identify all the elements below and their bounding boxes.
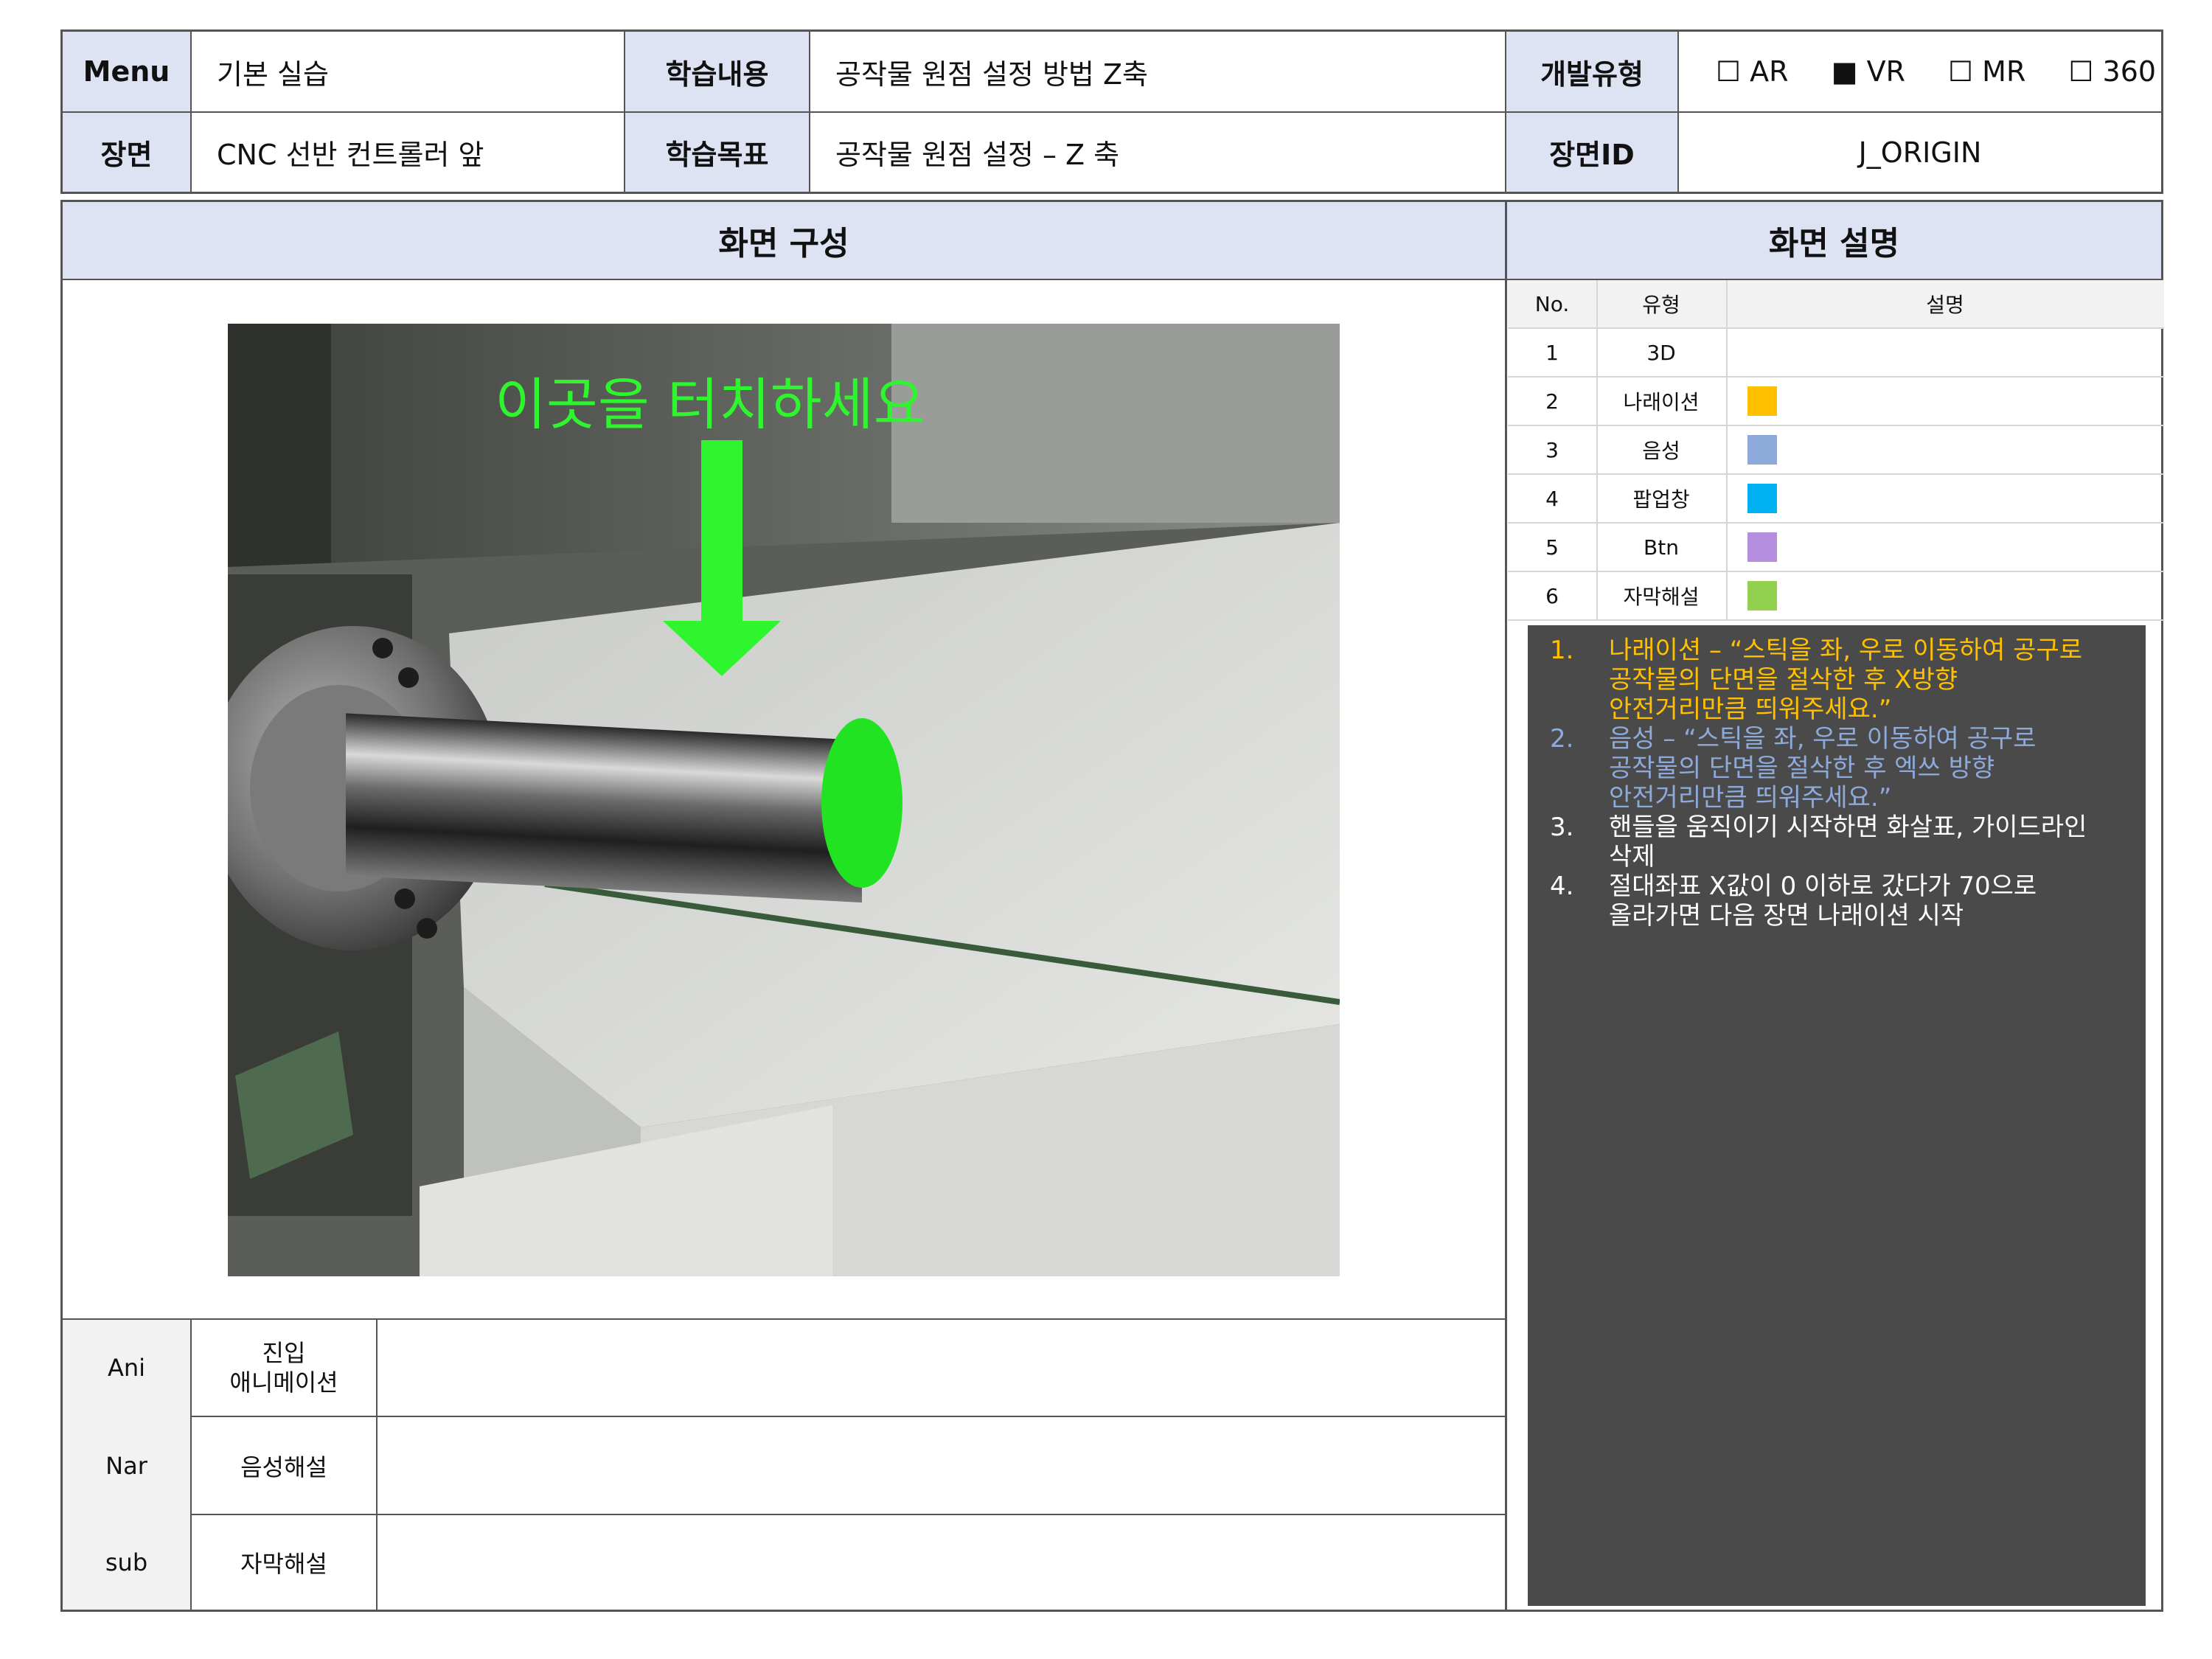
menu-label: Menu: [63, 32, 190, 111]
legend-type: 나래이션: [1623, 390, 1700, 414]
sub-code: sub: [105, 1548, 148, 1576]
nar-code: Nar: [105, 1451, 147, 1480]
ani-value: [378, 1320, 1505, 1416]
note-item: 1. 나래이션 – “스틱을 좌, 우로 이동하여 공구로 공작물의 단면을 절삭…: [1550, 636, 2083, 724]
cnc-lathe-illustration: [228, 324, 1340, 1276]
legend-no: 1: [1545, 340, 1559, 365]
legend-row: 3 음성: [1508, 426, 2164, 475]
legend-col-no: No.: [1534, 291, 1570, 316]
legend-no: 2: [1545, 389, 1559, 414]
menu-value: 기본 실습: [217, 58, 329, 91]
content-value: 공작물 원점 설정 방법 Z축: [835, 58, 1148, 91]
nar-value: [378, 1417, 1505, 1514]
nar-label: 음성해설: [240, 1453, 327, 1481]
ani-label: 진입 애니메이션: [229, 1339, 338, 1397]
legend-type: 자막해설: [1623, 585, 1700, 609]
sceneid-value: J_ORIGIN: [1858, 136, 1982, 169]
legend-row: 2 나래이션: [1508, 378, 2164, 426]
description-title: 화면 설명: [1507, 202, 2161, 279]
legend-no: 6: [1545, 583, 1559, 608]
touch-here-label: 이곳을 터치하세요: [495, 372, 925, 437]
legend-header: No. 유형 설명: [1508, 280, 2164, 329]
devtype-mr-checkbox[interactable]: ☐ MR: [1948, 55, 2025, 88]
legend-row: 1 3D: [1508, 329, 2164, 378]
devtype-options: ☐ AR ■ VR ☐ MR ☐ 360: [1679, 32, 2161, 111]
devtype-ar-checkbox[interactable]: ☐ AR: [1716, 55, 1789, 88]
sceneid-label: 장면ID: [1506, 113, 1677, 192]
sub-label: 자막해설: [240, 1550, 327, 1578]
legend-row: 5 Btn: [1508, 524, 2164, 572]
legend-no: 3: [1545, 437, 1559, 462]
scene-value: CNC 선반 컨트롤러 앞: [217, 139, 484, 171]
legend-col-type: 유형: [1642, 293, 1680, 317]
legend-no: 5: [1545, 535, 1559, 560]
legend-swatch-button: [1747, 532, 1777, 562]
goal-value: 공작물 원점 설정 – Z 축: [835, 139, 1120, 171]
description-notes: 1. 나래이션 – “스틱을 좌, 우로 이동하여 공구로 공작물의 단면을 절삭…: [1528, 625, 2146, 1606]
content-label: 학습내용: [625, 32, 809, 111]
composition-title: 화면 구성: [63, 202, 1505, 279]
legend-type: Btn: [1644, 535, 1679, 560]
ani-code: Ani: [107, 1354, 146, 1382]
legend-type: 3D: [1646, 340, 1676, 365]
goal-label: 학습목표: [625, 113, 809, 192]
scene-label: 장면: [63, 113, 190, 192]
legend-row: 6 자막해설: [1508, 572, 2164, 621]
legend-no: 4: [1545, 486, 1559, 511]
legend-row: 4 팝업창: [1508, 475, 2164, 524]
legend-swatch-voice: [1747, 435, 1777, 465]
scene-screenshot: 이곳을 터치하세요: [228, 324, 1340, 1276]
devtype-360-checkbox[interactable]: ☐ 360: [2068, 55, 2156, 88]
legend-col-desc: 설명: [1926, 293, 1964, 317]
legend-swatch-popup: [1747, 484, 1777, 513]
devtype-label: 개발유형: [1506, 32, 1677, 111]
legend-type: 음성: [1642, 439, 1680, 463]
sub-value: [378, 1515, 1505, 1610]
note-item: 2. 음성 – “스틱을 좌, 우로 이동하여 공구로 공작물의 단면을 절삭한 …: [1550, 724, 2037, 813]
legend-type: 팝업창: [1632, 487, 1690, 512]
note-item: 3. 핸들을 움직이기 시작하면 화살표, 가이드라인 삭제: [1550, 813, 2087, 872]
note-item: 4. 절대좌표 X값이 0 이하로 갔다가 70으로 올라가면 다음 장면 나래이…: [1550, 872, 2037, 931]
devtype-vr-checkbox[interactable]: ■ VR: [1832, 55, 1905, 88]
down-arrow-icon: [663, 440, 781, 676]
legend-swatch-narration: [1747, 386, 1777, 416]
legend-swatch-subtitle: [1747, 581, 1777, 611]
